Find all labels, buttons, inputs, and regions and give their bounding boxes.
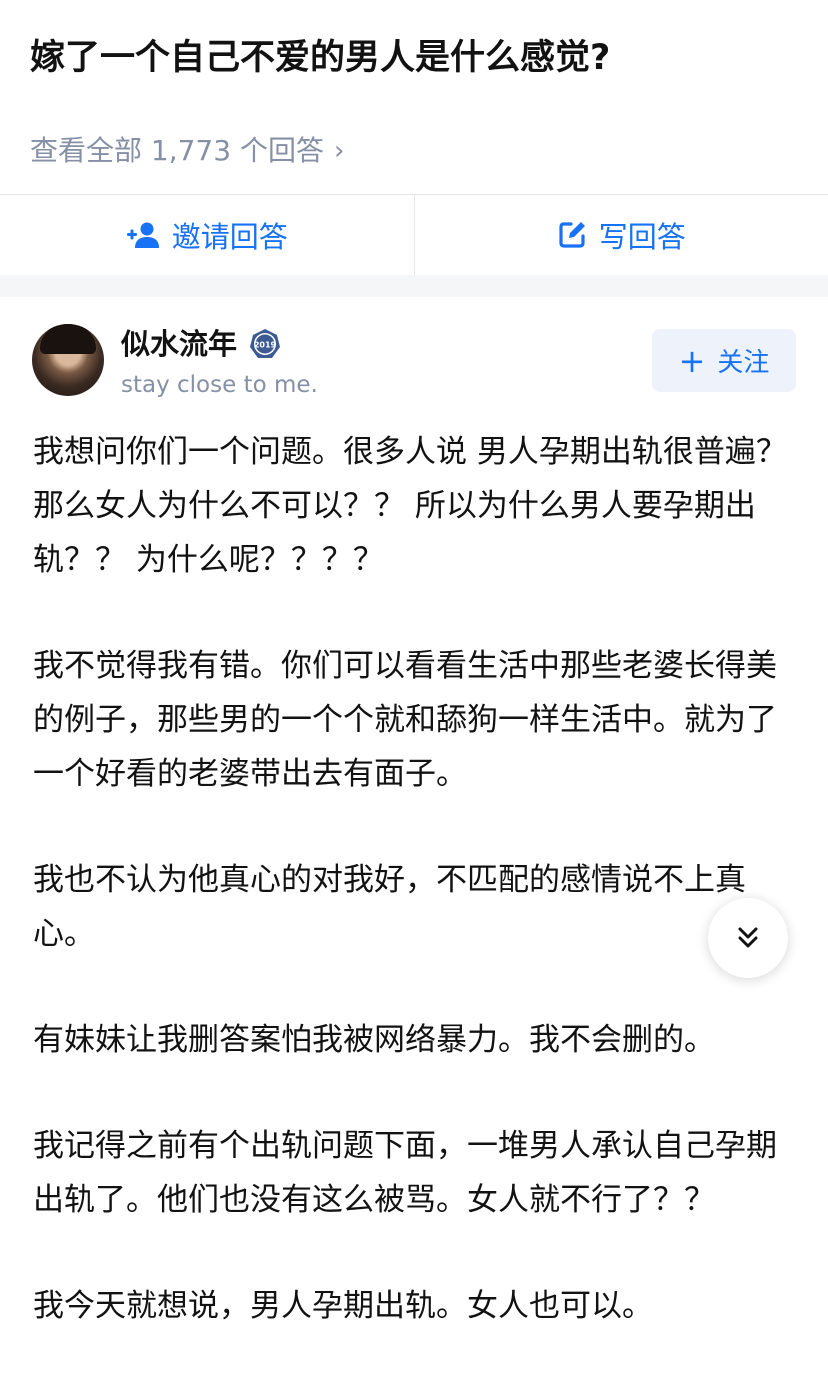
- add-user-icon: [126, 222, 159, 248]
- question-actions-bar: 邀请回答 写回答: [0, 195, 828, 275]
- answer-paragraph: 我想问你们一个问题。很多人说 男人孕期出轨很普遍？那么女人为什么不可以？？ 所以…: [33, 434, 787, 578]
- badge-text: 2019: [254, 341, 277, 350]
- double-chevron-down-icon: [738, 927, 758, 948]
- author-name-wrap[interactable]: 似水流年 2019: [121, 324, 281, 364]
- invite-answer-button[interactable]: 邀请回答: [0, 195, 414, 275]
- avatar[interactable]: [32, 324, 104, 396]
- answer-content: 我想问你们一个问题。很多人说 男人孕期出轨很普遍？那么女人为什么不可以？？ 所以…: [33, 425, 803, 1385]
- answer-page: 嫁了一个自己不爱的男人是什么感觉? 查看全部 1,773 个回答 › 邀请回答 …: [0, 0, 828, 1398]
- author-bio: stay close to me.: [121, 372, 318, 398]
- follow-label: 关注: [717, 348, 770, 378]
- invite-answer-label: 邀请回答: [171, 220, 288, 254]
- question-title[interactable]: 嫁了一个自己不爱的男人是什么感觉?: [30, 32, 810, 84]
- write-answer-label: 写回答: [598, 220, 686, 254]
- edit-icon: [559, 222, 585, 248]
- chevron-right-icon: ›: [333, 136, 345, 166]
- write-answer-button[interactable]: 写回答: [415, 195, 828, 275]
- answer-paragraph: 我不觉得我有错。你们可以看看生活中那些老婆长得美的例子，那些男的一个个就和舔狗一…: [33, 648, 777, 792]
- section-separator: [0, 275, 828, 297]
- answer-paragraph: 有妹妹让我删答案怕我被网络暴力。我不会删的。: [33, 1022, 715, 1058]
- medal-badge-icon: 2019: [250, 329, 281, 358]
- answer-paragraph: 我今天就想说，男人孕期出轨。女人也可以。: [33, 1288, 653, 1324]
- author-name: 似水流年: [121, 327, 238, 361]
- view-all-answers-link[interactable]: 查看全部 1,773 个回答 ›: [30, 128, 344, 174]
- answer-paragraph: 我也不认为他真心的对我好，不匹配的感情说不上真心。: [33, 862, 746, 952]
- author-row: 似水流年 2019 stay close to me. + 关注: [0, 320, 828, 400]
- answer-paragraph: 我记得之前有个出轨问题下面，一堆男人承认自己孕期出轨了。他们也没有这么被骂。女人…: [33, 1128, 777, 1218]
- plus-icon: +: [678, 341, 706, 380]
- scroll-next-button[interactable]: [708, 898, 788, 978]
- follow-button[interactable]: + 关注: [652, 329, 796, 392]
- view-all-label: 查看全部 1,773 个回答: [30, 134, 324, 167]
